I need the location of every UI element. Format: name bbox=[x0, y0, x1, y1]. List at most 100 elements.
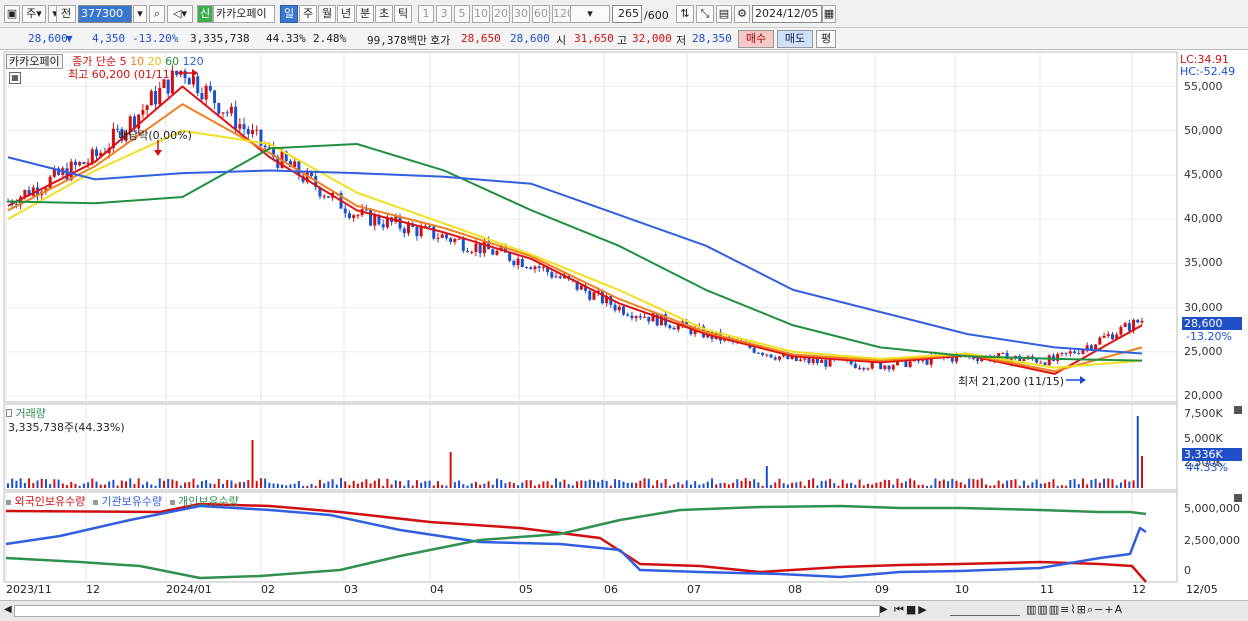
candle-body bbox=[537, 266, 541, 268]
volume-bar bbox=[420, 482, 423, 488]
count-input[interactable]: 265 bbox=[612, 5, 642, 23]
chart-type-icon[interactable]: ⤡ bbox=[696, 5, 714, 23]
bottom-scrollbar[interactable]: ◀ ▶ ⏮■▶ ▥▥▥≡⌇⊞⌕−+A bbox=[0, 600, 1248, 621]
period-button-4[interactable]: 분 bbox=[356, 5, 374, 23]
tick-button-6[interactable]: 60 bbox=[532, 5, 550, 23]
code-input[interactable]: 377300 bbox=[78, 5, 132, 23]
volume-bar bbox=[626, 482, 629, 488]
volume-bar bbox=[19, 478, 22, 488]
volume-bar bbox=[268, 482, 271, 488]
tick-button-5[interactable]: 30 bbox=[512, 5, 530, 23]
market-select[interactable]: 주▾ bbox=[22, 5, 46, 23]
chart-area[interactable]: 카카오페이 종가 단순 5 10 20 60 120 최고 60,200 (01… bbox=[0, 50, 1248, 600]
candle-body bbox=[621, 306, 625, 315]
save-icon[interactable]: ▤ bbox=[716, 5, 732, 23]
bid-label: 호가 bbox=[430, 34, 451, 47]
candle-body bbox=[811, 358, 815, 363]
volume-bar bbox=[1077, 484, 1080, 488]
candle-body bbox=[1089, 345, 1093, 350]
playback-controls[interactable]: ⏮■▶ bbox=[894, 603, 929, 617]
volume-bar bbox=[753, 479, 756, 488]
volume-bar bbox=[348, 484, 351, 488]
scroll-track[interactable] bbox=[14, 605, 880, 617]
date-input[interactable]: 2024/12/05 bbox=[752, 5, 822, 23]
volume-last-pct: 44.33% bbox=[1186, 461, 1228, 474]
holder-y-label: 0 bbox=[1184, 564, 1191, 577]
volume-bar bbox=[727, 484, 730, 488]
volume-bar bbox=[866, 483, 869, 488]
volume-bar bbox=[205, 480, 208, 488]
compare-icon[interactable]: ⇅ bbox=[676, 5, 694, 23]
extra-select[interactable]: ▾ bbox=[570, 5, 610, 23]
volume-bar bbox=[1010, 480, 1013, 488]
price-y-label: 25,000 bbox=[1184, 344, 1223, 358]
candle-body bbox=[558, 276, 562, 279]
candle-body bbox=[141, 109, 145, 115]
candle-body bbox=[554, 276, 558, 278]
volume-bar bbox=[95, 481, 98, 488]
holder-panel-close-icon[interactable] bbox=[1234, 494, 1242, 502]
price-y-label: 30,000 bbox=[1184, 300, 1223, 314]
volume-bar bbox=[394, 480, 397, 488]
tick-button-4[interactable]: 20 bbox=[492, 5, 510, 23]
volume-bar bbox=[673, 484, 676, 488]
tick-button-0[interactable]: 1 bbox=[418, 5, 434, 23]
volume-bar bbox=[1052, 479, 1055, 488]
zoom-slider[interactable] bbox=[950, 604, 1020, 616]
volume-bar bbox=[453, 482, 456, 488]
volume-bar bbox=[340, 478, 343, 488]
candle-body bbox=[453, 238, 457, 243]
volume-panel-close-icon[interactable] bbox=[1234, 406, 1242, 414]
inst-legend-icon bbox=[92, 500, 98, 505]
volume-bar bbox=[445, 485, 448, 488]
tick-button-3[interactable]: 10 bbox=[472, 5, 490, 23]
candle-body bbox=[145, 105, 149, 110]
volume-bar bbox=[521, 482, 524, 488]
volume-bar bbox=[938, 480, 941, 488]
volume-bar bbox=[356, 483, 359, 488]
candle-body bbox=[541, 266, 545, 268]
candle-body bbox=[1102, 335, 1106, 338]
search-icon[interactable]: ⌕ bbox=[149, 5, 165, 23]
period-button-1[interactable]: 주 bbox=[299, 5, 317, 23]
volume-bar bbox=[1090, 480, 1093, 488]
scroll-right-icon[interactable]: ▶ bbox=[880, 604, 888, 615]
candle-body bbox=[579, 285, 583, 290]
volume-bar bbox=[858, 479, 861, 488]
buy-button[interactable]: 매수 bbox=[738, 30, 774, 48]
candle-body bbox=[495, 250, 499, 255]
volume-bar bbox=[770, 484, 773, 488]
tick-button-2[interactable]: 5 bbox=[454, 5, 470, 23]
period-button-3[interactable]: 년 bbox=[337, 5, 355, 23]
sell-button[interactable]: 매도 bbox=[777, 30, 813, 48]
x-axis-label: 10 bbox=[955, 583, 969, 596]
candle-body bbox=[251, 130, 255, 135]
volume-bar bbox=[306, 485, 309, 488]
period-button-5[interactable]: 초 bbox=[375, 5, 393, 23]
calendar-icon[interactable]: ▦ bbox=[822, 5, 836, 23]
quote-bar: 28,600 ▼ 4,350 -13.20% 3,335,738 44.33% … bbox=[0, 28, 1248, 50]
x-axis-label: 11 bbox=[1040, 583, 1054, 596]
volume-bar bbox=[909, 478, 912, 488]
eval-button[interactable]: 평 bbox=[816, 30, 836, 48]
volume-bar bbox=[272, 483, 275, 488]
volume-bar bbox=[934, 478, 937, 488]
period-button-0[interactable]: 일 bbox=[280, 5, 298, 23]
scroll-left-icon[interactable]: ◀ bbox=[4, 604, 12, 615]
period-button-6[interactable]: 틱 bbox=[394, 5, 412, 23]
tool-icons[interactable]: ▥▥▥≡⌇⊞⌕−+A bbox=[1026, 603, 1123, 617]
tick-button-1[interactable]: 3 bbox=[436, 5, 452, 23]
candle-body bbox=[432, 226, 436, 239]
stock-name: 카카오페이 bbox=[213, 5, 275, 23]
gear-icon[interactable]: ⚙ bbox=[734, 5, 750, 23]
candle-body bbox=[976, 358, 980, 362]
prev-button[interactable]: 전 bbox=[56, 5, 76, 23]
period-button-2[interactable]: 월 bbox=[318, 5, 336, 23]
code-dropdown-icon[interactable]: ▾ bbox=[133, 5, 147, 23]
volume-bar bbox=[53, 479, 56, 488]
table-icon[interactable]: ▦ bbox=[9, 72, 21, 84]
speaker-icon[interactable]: ◁▾ bbox=[167, 5, 193, 23]
window-icon[interactable]: ▣ bbox=[4, 5, 20, 23]
volume-bar bbox=[921, 484, 924, 488]
volume-bar bbox=[900, 482, 903, 488]
